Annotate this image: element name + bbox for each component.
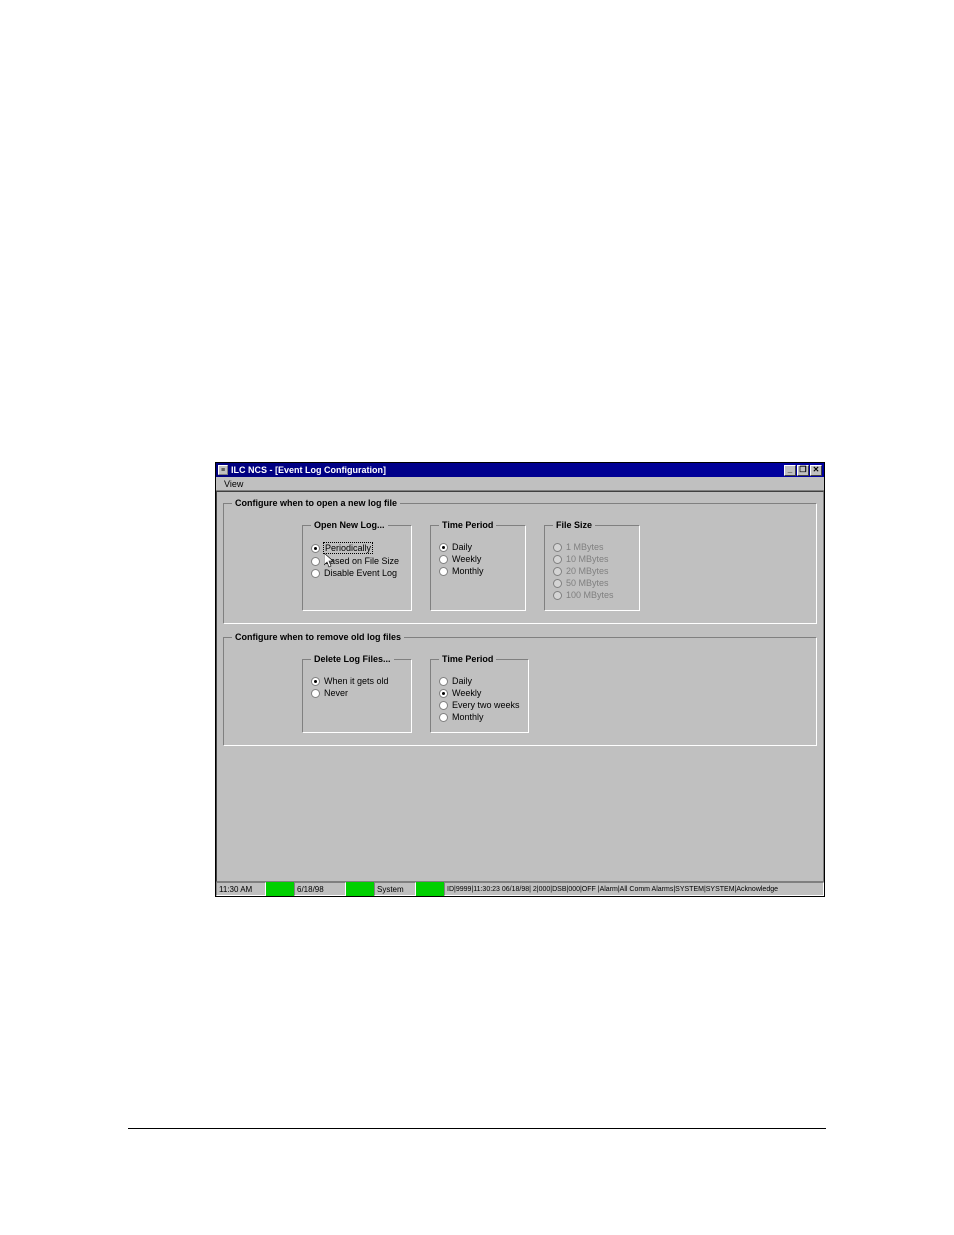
status-green-separator	[346, 882, 374, 896]
radio-label: Periodically	[323, 542, 373, 554]
radio-label: Every two weeks	[452, 700, 520, 710]
fieldset-open-new-log: Open New Log... Periodically Based on Fi…	[302, 520, 412, 611]
time-period-open-legend: Time Period	[439, 520, 496, 530]
radio-icon	[553, 543, 562, 552]
app-window: ≡ ILC NCS - [Event Log Configuration] _ …	[215, 462, 825, 897]
group-remove-old-log: Configure when to remove old log files D…	[223, 632, 817, 746]
radio-label: Never	[324, 688, 348, 698]
radio-icon	[439, 543, 448, 552]
radio-icon	[311, 689, 320, 698]
system-menu-icon[interactable]: ≡	[218, 465, 228, 475]
radio-icon	[439, 689, 448, 698]
radio-remove-two-weeks[interactable]: Every two weeks	[439, 700, 520, 710]
time-period-remove-legend: Time Period	[439, 654, 496, 664]
radio-remove-weekly[interactable]: Weekly	[439, 688, 520, 698]
radio-icon	[553, 579, 562, 588]
radio-icon	[311, 677, 320, 686]
radio-label: Weekly	[452, 554, 481, 564]
group-open-new-log: Configure when to open a new log file Op…	[223, 498, 817, 624]
statusbar: 11:30 AM 6/18/98 System ID|9999|11:30:23…	[216, 882, 824, 896]
status-date: 6/18/98	[294, 882, 346, 896]
radio-label: Disable Event Log	[324, 568, 397, 578]
radio-when-old[interactable]: When it gets old	[311, 676, 403, 686]
fieldset-delete-log-files: Delete Log Files... When it gets old Nev…	[302, 654, 412, 733]
radio-icon	[439, 555, 448, 564]
radio-label: Daily	[452, 542, 472, 552]
radio-icon	[311, 569, 320, 578]
radio-open-daily[interactable]: Daily	[439, 542, 517, 552]
radio-size-50mb: 50 MBytes	[553, 578, 631, 588]
status-green-separator	[416, 882, 444, 896]
radio-based-on-file-size[interactable]: Based on File Size	[311, 556, 403, 566]
radio-label: 1 MBytes	[566, 542, 604, 552]
radio-size-20mb: 20 MBytes	[553, 566, 631, 576]
window-title: ILC NCS - [Event Log Configuration]	[231, 465, 783, 475]
radio-icon	[553, 591, 562, 600]
radio-label: 50 MBytes	[566, 578, 609, 588]
radio-label: Weekly	[452, 688, 481, 698]
radio-open-monthly[interactable]: Monthly	[439, 566, 517, 576]
radio-label: Daily	[452, 676, 472, 686]
radio-periodically[interactable]: Periodically	[311, 542, 403, 554]
open-new-log-legend: Open New Log...	[311, 520, 388, 530]
radio-icon	[553, 555, 562, 564]
radio-open-weekly[interactable]: Weekly	[439, 554, 517, 564]
fieldset-file-size: File Size 1 MBytes 10 MBytes 20 MBytes	[544, 520, 640, 611]
fieldset-time-period-remove: Time Period Daily Weekly Every two weeks	[430, 654, 529, 733]
radio-never[interactable]: Never	[311, 688, 403, 698]
radio-label: Monthly	[452, 566, 484, 576]
radio-disable-event-log[interactable]: Disable Event Log	[311, 568, 403, 578]
radio-label: Monthly	[452, 712, 484, 722]
radio-icon	[311, 544, 320, 553]
status-system: System	[374, 882, 416, 896]
restore-button[interactable]: ❐	[797, 465, 809, 476]
radio-icon	[311, 557, 320, 566]
menu-view[interactable]: View	[220, 479, 247, 489]
fieldset-time-period-open: Time Period Daily Weekly Monthly	[430, 520, 526, 611]
radio-label: 100 MBytes	[566, 590, 614, 600]
radio-label: When it gets old	[324, 676, 389, 686]
radio-icon	[439, 713, 448, 722]
delete-log-legend: Delete Log Files...	[311, 654, 394, 664]
radio-remove-monthly[interactable]: Monthly	[439, 712, 520, 722]
file-size-legend: File Size	[553, 520, 595, 530]
radio-label: 10 MBytes	[566, 554, 609, 564]
radio-size-10mb: 10 MBytes	[553, 554, 631, 564]
status-time: 11:30 AM	[216, 882, 266, 896]
radio-remove-daily[interactable]: Daily	[439, 676, 520, 686]
titlebar: ≡ ILC NCS - [Event Log Configuration] _ …	[216, 463, 824, 477]
radio-size-1mb: 1 MBytes	[553, 542, 631, 552]
group-remove-title: Configure when to remove old log files	[232, 632, 404, 642]
client-area: Configure when to open a new log file Op…	[216, 491, 824, 882]
close-button[interactable]: ✕	[810, 465, 822, 476]
status-message: ID|9999|11:30:23 06/18/98| 2|000|DSB|000…	[444, 882, 824, 896]
radio-label: Based on File Size	[324, 556, 399, 566]
page-divider	[128, 1128, 826, 1129]
window-buttons: _ ❐ ✕	[783, 465, 822, 476]
radio-size-100mb: 100 MBytes	[553, 590, 631, 600]
minimize-button[interactable]: _	[784, 465, 796, 476]
group-open-title: Configure when to open a new log file	[232, 498, 400, 508]
radio-icon	[439, 701, 448, 710]
radio-icon	[439, 567, 448, 576]
menubar: View	[216, 477, 824, 491]
status-green-separator	[266, 882, 294, 896]
radio-label: 20 MBytes	[566, 566, 609, 576]
radio-icon	[553, 567, 562, 576]
radio-icon	[439, 677, 448, 686]
